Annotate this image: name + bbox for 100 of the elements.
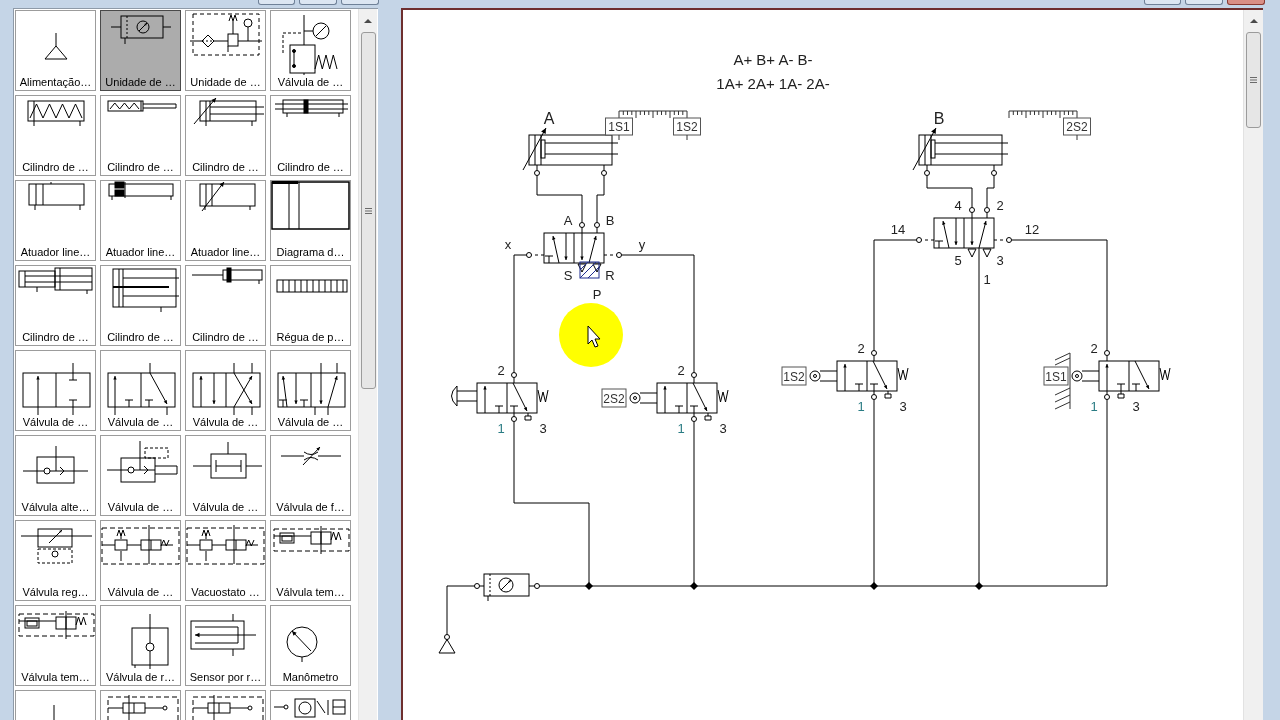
scroll-up-icon[interactable]	[1249, 19, 1258, 23]
air-line	[536, 175, 583, 223]
scrollbar-thumb[interactable]	[1246, 32, 1261, 128]
switch-unit-icon	[101, 524, 180, 565]
library-item[interactable]: Válvula de r…	[100, 605, 181, 686]
library-item[interactable]: Válvula de …	[270, 350, 351, 431]
cylinder-icon	[191, 267, 263, 285]
library-item[interactable]: Atuador line…	[100, 180, 181, 261]
port-label: 4	[954, 198, 962, 213]
sequence-text: A+ B+ A- B-	[733, 51, 813, 68]
library-item[interactable]: Cilindro de …	[270, 95, 351, 176]
junction-icon	[585, 582, 593, 590]
junction-icon	[870, 582, 878, 590]
port-label: 1	[1090, 399, 1098, 414]
library-item[interactable]: Cilindro de …	[100, 265, 181, 346]
library-item[interactable]: Válvula alte…	[15, 435, 96, 516]
cylinder-icon	[112, 268, 180, 313]
port-label: 2	[996, 198, 1004, 213]
air-supply-icon	[44, 32, 68, 60]
library-item[interactable]: Cilindro de …	[100, 95, 181, 176]
library-item[interactable]: Unidade de …	[100, 10, 181, 91]
library-item[interactable]: Válvula reg…	[15, 520, 96, 601]
cursor-icon	[587, 325, 601, 348]
cylinder-icon	[193, 97, 265, 127]
library-item[interactable]: Válvula de f…	[270, 435, 351, 516]
library-item[interactable]: Válvula de …	[100, 435, 181, 516]
library-item[interactable]: Régua de p…	[270, 265, 351, 346]
service-unit-icon	[110, 15, 172, 45]
throttle-valve-icon	[280, 446, 342, 466]
window-button[interactable]	[341, 0, 379, 5]
port-label: A	[563, 213, 573, 228]
library-item[interactable]: Válvula de …	[15, 350, 96, 431]
cylinder-icon	[27, 100, 85, 127]
sensor-tag: 1S1	[1043, 366, 1069, 386]
library-item[interactable]: Cilindro de …	[185, 265, 266, 346]
library-item[interactable]: Válvula de …	[185, 350, 266, 431]
library-item[interactable]: Cilindro de …	[15, 95, 96, 176]
gauge-icon	[286, 626, 318, 663]
valve-icon	[22, 362, 91, 416]
cylinder-label: B	[933, 110, 945, 127]
port-label: 1	[677, 421, 685, 436]
regulator-valve-icon	[20, 528, 93, 564]
port-label: 3	[539, 421, 547, 436]
air-supply-symbol	[438, 634, 456, 654]
library-item[interactable]: Manômetro	[270, 605, 351, 686]
valve-icon	[192, 362, 261, 416]
port-label: 5	[954, 253, 962, 268]
timer-valve-icon	[18, 610, 95, 640]
library-item[interactable]: Válvula de …	[100, 520, 181, 601]
cylinder-icon	[199, 181, 256, 212]
library-item[interactable]: Vacuostato …	[185, 520, 266, 601]
port-label: 2	[497, 363, 505, 378]
library-item[interactable]: Válvula de …	[270, 10, 351, 91]
library-item[interactable]: Cilindro de …	[185, 95, 266, 176]
window-button[interactable]	[299, 0, 337, 5]
library-item[interactable]: Diagrama d…	[270, 180, 351, 261]
counter-icon	[273, 698, 346, 718]
port-label: 2	[1090, 341, 1098, 356]
library-item[interactable]: Unidade de …	[185, 10, 266, 91]
library-item[interactable]: Válvula tem…	[270, 520, 351, 601]
air-line	[926, 175, 973, 208]
library-item[interactable]: Alimentação…	[15, 10, 96, 91]
grip-icon	[364, 207, 372, 214]
cursor-highlight	[559, 303, 623, 367]
library-item[interactable]: Válvula tem…	[15, 605, 96, 686]
valve-icon	[131, 613, 169, 670]
port-label: x	[504, 237, 512, 252]
port-label: P	[592, 287, 602, 302]
timer-valve-icon	[273, 525, 350, 555]
window-button[interactable]	[258, 0, 295, 5]
port-label: 3	[1132, 399, 1140, 414]
cylinder-icon	[107, 100, 177, 112]
valve-icon	[107, 362, 176, 416]
sensor-tag: 2S2	[601, 388, 627, 408]
library-item[interactable]: Atuador line…	[185, 180, 266, 261]
port-label: 12	[1024, 222, 1040, 237]
window-button[interactable]	[1144, 0, 1181, 5]
window-button[interactable]	[1185, 0, 1223, 5]
port-label: S	[563, 268, 573, 283]
library-item[interactable]: Cilindro de …	[15, 265, 96, 346]
cylinder-icon	[108, 181, 174, 201]
scrollbar-thumb[interactable]	[360, 32, 376, 389]
port-label: 1	[497, 421, 505, 436]
port-label: B	[605, 213, 615, 228]
port-label: 2	[677, 363, 685, 378]
shuttle-valve-icon	[22, 445, 89, 484]
sensor-tag: 1S2	[781, 366, 807, 386]
grip-icon	[1250, 77, 1257, 83]
pressure-valve-icon	[282, 14, 339, 76]
library-item[interactable]: Válvula de …	[185, 435, 266, 516]
library-item[interactable]: Válvula de …	[100, 350, 181, 431]
cylinder-icon	[274, 99, 349, 118]
scroll-up-icon[interactable]	[364, 19, 372, 23]
junction-icon	[975, 582, 983, 590]
library-item[interactable]: Atuador line…	[15, 180, 96, 261]
valve-icon	[106, 440, 178, 483]
port-label: 2	[857, 341, 865, 356]
window-button[interactable]	[1227, 0, 1265, 5]
port-label: 14	[890, 222, 906, 237]
library-item[interactable]: Sensor por r…	[185, 605, 266, 686]
